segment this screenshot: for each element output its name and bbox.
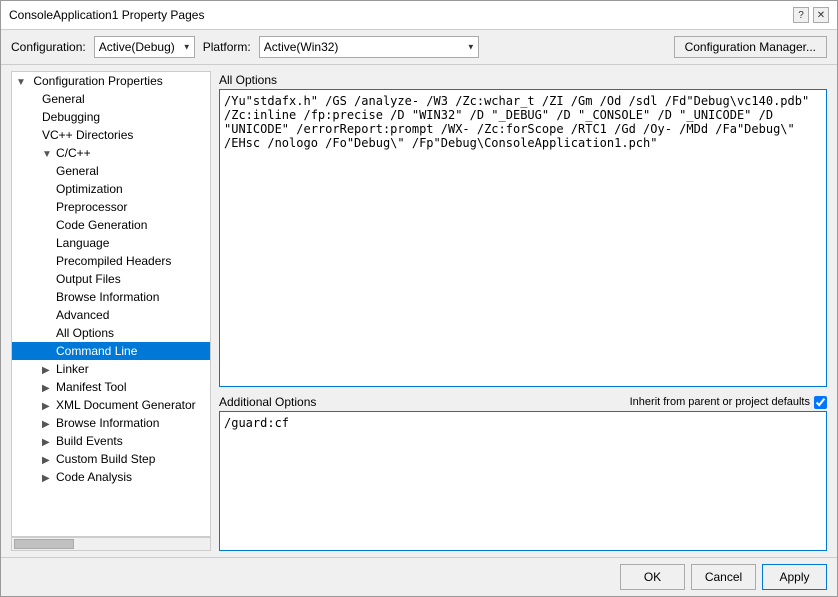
tree-item-cpp-general[interactable]: General: [12, 162, 210, 180]
inherit-label[interactable]: Inherit from parent or project defaults: [630, 396, 827, 409]
platform-select[interactable]: Active(Win32): [259, 36, 479, 58]
tree-item-cpp-advanced[interactable]: Advanced: [12, 306, 210, 324]
title-bar: ConsoleApplication1 Property Pages ? ✕: [1, 1, 837, 30]
tree-panel: ▼ Configuration Properties General Debug…: [11, 71, 211, 537]
xml-expand-icon: ▶: [42, 401, 56, 412]
tree-item-browse-info[interactable]: ▶ Browse Information: [12, 414, 210, 432]
ok-button[interactable]: OK: [620, 564, 685, 590]
build-expand-icon: ▶: [42, 437, 56, 448]
tree-item-cpp-language[interactable]: Language: [12, 234, 210, 252]
tree-item-linker[interactable]: ▶ Linker: [12, 360, 210, 378]
inherit-checkbox[interactable]: [814, 396, 827, 409]
platform-select-wrapper: Active(Win32): [259, 36, 479, 58]
additional-options-textarea[interactable]: /guard:cf: [219, 411, 827, 551]
config-select[interactable]: Active(Debug): [94, 36, 195, 58]
cpp-expand-icon: ▼: [42, 149, 56, 160]
tree-item-xml[interactable]: ▶ XML Document Generator: [12, 396, 210, 414]
apply-button[interactable]: Apply: [762, 564, 827, 590]
bottom-bar: OK Cancel Apply: [1, 557, 837, 596]
browse-expand-icon: ▶: [42, 419, 56, 430]
additional-options-header: Additional Options: [219, 393, 316, 411]
left-panel-wrapper: ▼ Configuration Properties General Debug…: [11, 71, 211, 551]
tree-item-cpp-preprocessor[interactable]: Preprocessor: [12, 198, 210, 216]
title-bar-buttons: ? ✕: [793, 7, 829, 23]
tree-root-item[interactable]: ▼ Configuration Properties: [12, 72, 210, 90]
custom-expand-icon: ▶: [42, 455, 56, 466]
tree-item-cpp-browse[interactable]: Browse Information: [12, 288, 210, 306]
cancel-button[interactable]: Cancel: [691, 564, 756, 590]
linker-expand-icon: ▶: [42, 365, 56, 376]
tree-item-debugging[interactable]: Debugging: [12, 108, 210, 126]
right-panel: All Options /Yu"stdafx.h" /GS /analyze- …: [219, 71, 827, 551]
config-manager-button[interactable]: Configuration Manager...: [674, 36, 827, 58]
additional-header-row: Additional Options Inherit from parent o…: [219, 393, 827, 411]
tree-horizontal-scrollbar[interactable]: [11, 537, 211, 551]
tree-item-vc-dirs[interactable]: VC++ Directories: [12, 126, 210, 144]
dialog-title: ConsoleApplication1 Property Pages: [9, 8, 204, 22]
all-options-header: All Options: [219, 71, 827, 89]
tree-item-cpp-pch[interactable]: Precompiled Headers: [12, 252, 210, 270]
tree-item-cpp[interactable]: ▼ C/C++: [12, 144, 210, 162]
main-content: ▼ Configuration Properties General Debug…: [1, 65, 837, 557]
tree-item-cpp-codegen[interactable]: Code Generation: [12, 216, 210, 234]
tree-item-build-events[interactable]: ▶ Build Events: [12, 432, 210, 450]
config-select-wrapper: Active(Debug): [94, 36, 195, 58]
all-options-textarea[interactable]: /Yu"stdafx.h" /GS /analyze- /W3 /Zc:wcha…: [219, 89, 827, 387]
all-options-section: All Options /Yu"stdafx.h" /GS /analyze- …: [219, 71, 827, 387]
config-label: Configuration:: [11, 40, 86, 54]
tree-item-cpp-optimization[interactable]: Optimization: [12, 180, 210, 198]
tree-item-cpp-alloptions[interactable]: All Options: [12, 324, 210, 342]
additional-options-section: Additional Options Inherit from parent o…: [219, 393, 827, 551]
scrollbar-thumb[interactable]: [14, 539, 74, 549]
tree-item-code-analysis[interactable]: ▶ Code Analysis: [12, 468, 210, 486]
tree-item-custom-build[interactable]: ▶ Custom Build Step: [12, 450, 210, 468]
tree-item-cpp-cmdline[interactable]: Command Line: [12, 342, 210, 360]
tree-item-cpp-output[interactable]: Output Files: [12, 270, 210, 288]
tree-root-label: Configuration Properties: [33, 74, 162, 88]
expand-icon: ▼: [16, 77, 30, 88]
tree-item-general-1[interactable]: General: [12, 90, 210, 108]
platform-label: Platform:: [203, 40, 251, 54]
config-bar: Configuration: Active(Debug) Platform: A…: [1, 30, 837, 65]
tree-item-manifest[interactable]: ▶ Manifest Tool: [12, 378, 210, 396]
help-button[interactable]: ?: [793, 7, 809, 23]
code-expand-icon: ▶: [42, 473, 56, 484]
manifest-expand-icon: ▶: [42, 383, 56, 394]
inherit-text: Inherit from parent or project defaults: [630, 396, 810, 408]
dialog: ConsoleApplication1 Property Pages ? ✕ C…: [0, 0, 838, 597]
close-button[interactable]: ✕: [813, 7, 829, 23]
